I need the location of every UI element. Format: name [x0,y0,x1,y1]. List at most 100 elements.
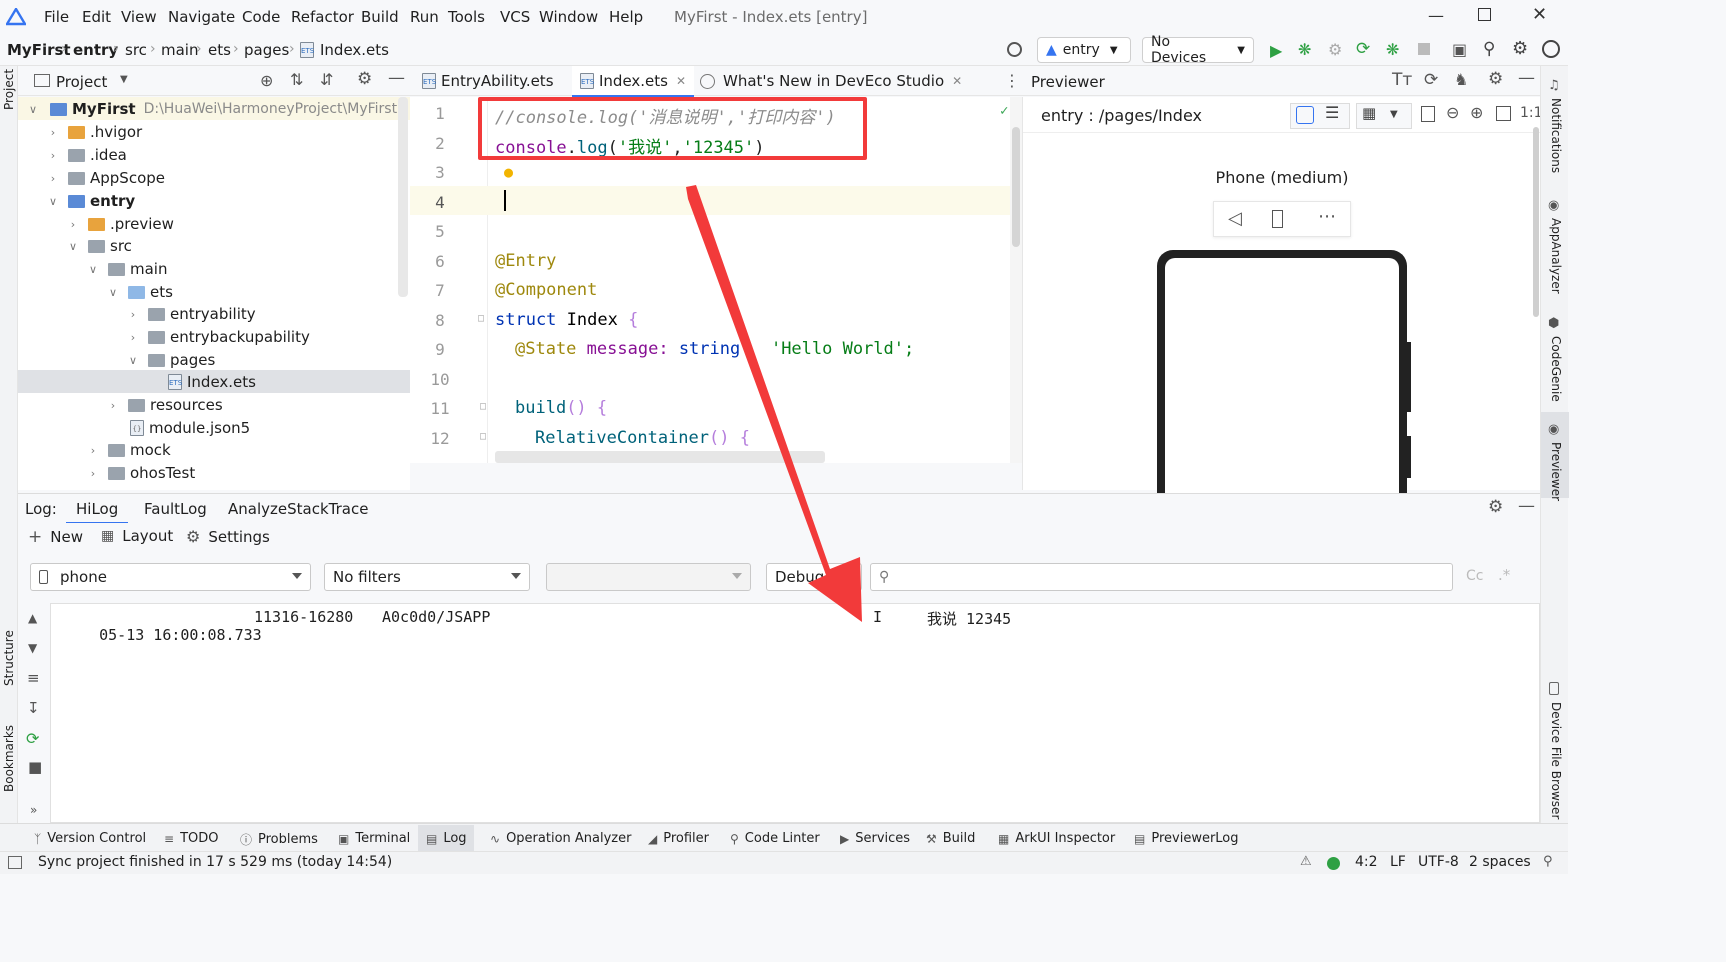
tab-index-ets[interactable]: ETS Index.ets ✕ [572,66,695,97]
tool-version-control[interactable]: ᛉ Version Control [34,831,146,846]
refresh-icon[interactable]: ⟳ [1424,70,1438,90]
menu-tools[interactable]: Tools [448,8,485,26]
project-tool-tab[interactable]: Project [2,69,16,110]
menu-build[interactable]: Build [361,8,399,26]
soft-wrap-icon[interactable]: ≡ [27,669,40,687]
tree-item-entrybackupability[interactable]: › entrybackupability [126,326,310,348]
notifications-tool-tab[interactable]: Notifications [1549,98,1563,173]
fold-icon[interactable]: □ [478,313,484,324]
menu-run[interactable]: Run [410,8,439,26]
run-icon[interactable]: ▶ [1270,41,1282,60]
log-search-input[interactable]: ⚲ [870,563,1453,591]
tree-item-ets[interactable]: ∨ ets [106,281,173,303]
tool-operation-analyzer[interactable]: ∿ Operation Analyzer [490,831,631,846]
tree-item-root[interactable]: ∨ MyFirst D:\HuaWei\HarmoneyProject\MyFi… [26,98,397,120]
codegenie-tool-tab[interactable]: CodeGenie [1549,336,1563,402]
run-config-select[interactable]: ▲ entry ▼ [1037,37,1131,63]
breadcrumb-src[interactable]: src [125,41,147,59]
breadcrumb-index[interactable]: Index.ets [320,41,389,59]
device-filter-select[interactable]: phone [30,563,311,591]
tree-item-pages[interactable]: ∨ pages [126,349,215,371]
tree-item-mock[interactable]: › mock [86,439,171,461]
tool-arkui-inspector[interactable]: ▦ ArkUI Inspector [998,831,1115,846]
locate-icon[interactable]: ⊕ [260,71,273,90]
tree-item-hvigor[interactable]: › .hvigor [46,121,142,143]
previewer-tool-tab[interactable]: Previewer [1549,442,1563,501]
zoom-in-icon[interactable]: ⊕ [1470,103,1483,122]
tool-terminal[interactable]: ▣ Terminal [338,831,410,846]
menu-view[interactable]: View [121,8,157,26]
scroll-to-end-icon[interactable]: ↧ [27,699,40,717]
log-output[interactable]: 05-13 16:00:08.733 11316-16280 A0c0d0/JS… [50,603,1540,823]
file-encoding[interactable]: UTF-8 [1418,854,1459,870]
structure-tool-tab[interactable]: Structure [2,630,16,686]
tool-profiler[interactable]: ◢ Profiler [648,831,709,846]
tool-todo[interactable]: ≡ TODO [164,831,218,846]
tab-hilog[interactable]: HiLog [66,494,129,524]
fit-screen-icon[interactable] [1496,106,1511,121]
target-icon[interactable] [1007,42,1022,57]
menu-vcs[interactable]: VCS [500,8,530,26]
tool-code-linter[interactable]: ⚲ Code Linter [730,831,820,846]
close-icon[interactable]: ✕ [1532,4,1547,25]
attach-debugger-icon[interactable]: ⚙ [1328,40,1342,59]
more-tabs-icon[interactable]: ⋮ [1004,71,1020,90]
tree-item-appscope[interactable]: › AppScope [46,167,165,189]
tree-item-index-ets[interactable]: ETS Index.ets [168,371,256,393]
pin-icon[interactable]: ♞ [1454,70,1468,89]
editor-scrollbar[interactable] [1010,97,1022,463]
search-icon[interactable]: ⚲ [1483,39,1495,59]
tool-build[interactable]: ⚒ Build [926,831,975,846]
tree-item-entry[interactable]: ∨ entry [46,190,135,212]
indent-setting[interactable]: 2 spaces [1469,854,1531,870]
close-icon[interactable]: ✕ [952,74,962,88]
menu-refactor[interactable]: Refactor [291,8,354,26]
breadcrumb-pages[interactable]: pages [244,41,289,59]
fold-icon[interactable]: □ [480,431,486,442]
lightbulb-icon[interactable]: ● [504,163,513,181]
breadcrumb-entry[interactable]: entry [73,41,118,59]
phone-screen[interactable] [1165,258,1399,518]
caret-position[interactable]: 4:2 [1355,854,1378,870]
restart-icon[interactable]: ⟳ [26,729,39,748]
tree-item-resources[interactable]: › resources [106,394,223,416]
previewer-scrollbar[interactable] [1533,127,1539,317]
match-case-toggle[interactable]: Cc [1466,568,1483,584]
new-log-button[interactable]: + New [28,527,83,547]
rotate-icon[interactable] [1421,106,1435,122]
minimize-icon[interactable]: — [1428,6,1444,25]
reload-icon[interactable]: ⟳ [1356,39,1370,59]
device-file-browser-tool-tab[interactable]: Device File Browser [1549,702,1563,819]
tab-whats-new[interactable]: What's New in DevEco Studio ✕ [692,66,970,96]
status-indicator-icon[interactable] [1327,857,1340,870]
profiler-icon[interactable]: ❋ [1386,40,1399,59]
menu-navigate[interactable]: Navigate [168,8,235,26]
tree-item-src[interactable]: ∨ src [66,235,132,257]
scroll-up-icon[interactable]: ▲ [28,611,37,625]
fold-icon[interactable]: □ [480,401,486,412]
gear-icon[interactable]: ⚙ [1488,69,1503,89]
gear-icon[interactable]: ⚙ [1488,497,1503,517]
font-size-icon[interactable]: Tт [1392,70,1412,90]
hide-panel-icon[interactable]: — [1518,68,1535,88]
breadcrumb-main[interactable]: main [161,41,198,59]
stop-icon[interactable] [1418,43,1430,55]
zoom-out-icon[interactable]: ⊖ [1446,103,1459,122]
chevron-down-icon[interactable]: ▼ [120,74,128,85]
inspector-icon[interactable] [1296,106,1314,124]
tool-previewerlog[interactable]: ▤ PreviewerLog [1134,831,1239,846]
settings-gear-icon[interactable]: ⚙ [1512,38,1528,59]
appanalyzer-tool-tab[interactable]: AppAnalyzer [1549,218,1563,294]
power-save-icon[interactable]: ⚠ [1300,854,1312,869]
tree-item-ohostest[interactable]: › ohosTest [86,462,195,484]
tab-faultlog[interactable]: FaultLog [144,500,207,518]
hide-panel-icon[interactable]: — [1518,496,1535,516]
tool-problems[interactable]: ⓘ Problems [240,831,318,848]
tool-log[interactable]: ▤ Log [426,831,467,846]
menu-file[interactable]: File [44,8,69,26]
layers-icon[interactable]: ☰ [1325,103,1339,122]
tab-analyzestacktrace[interactable]: AnalyzeStackTrace [228,500,368,518]
menu-window[interactable]: Window [539,8,598,26]
project-view-title[interactable]: Project [56,73,107,91]
more-icon[interactable]: » [30,803,37,817]
